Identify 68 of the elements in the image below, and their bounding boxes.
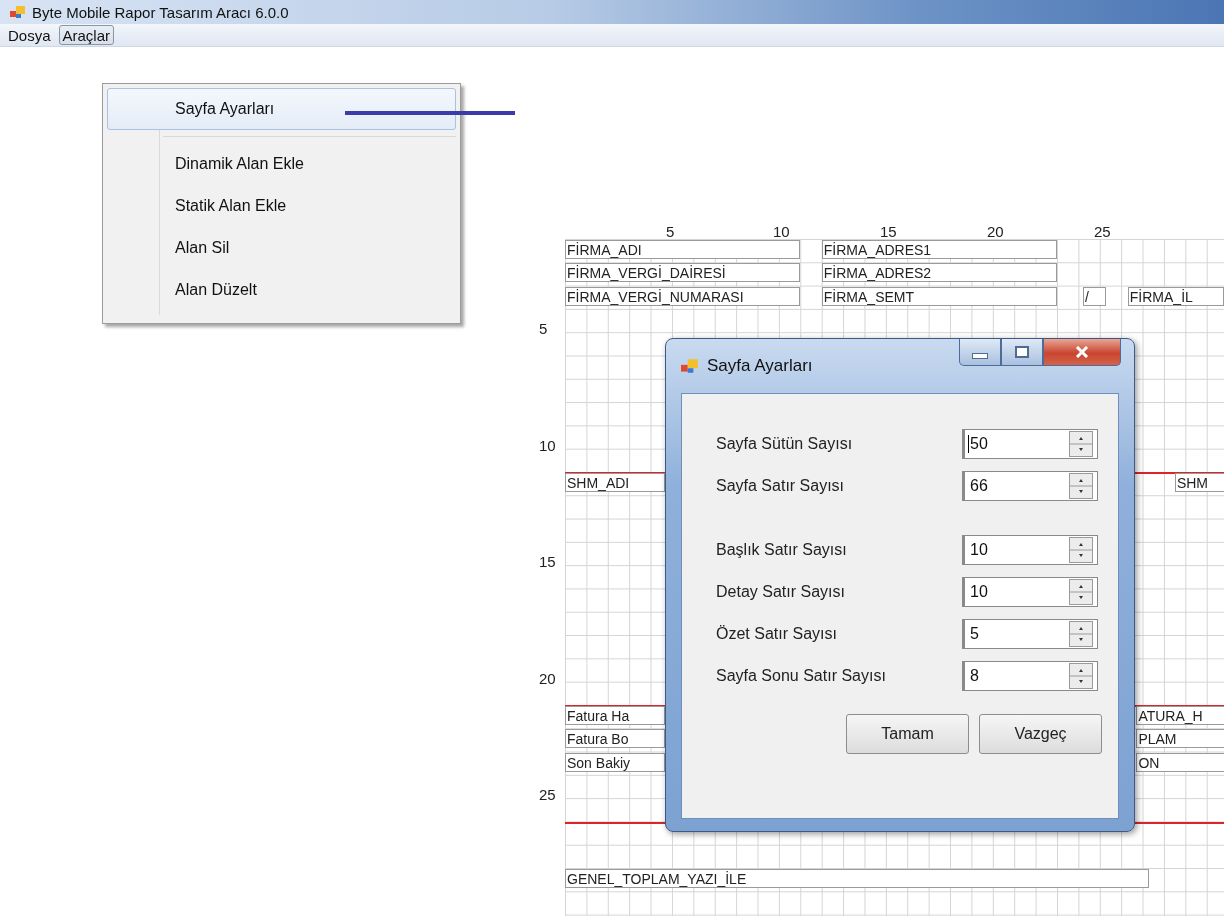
report-field[interactable]: GENEL_TOPLAM_YAZI_İLE [565,869,1150,889]
report-field[interactable]: FİRMA_SEMT [821,286,1058,306]
report-field[interactable]: FİRMA_VERGİ_NUMARASI [565,286,801,306]
spin-arrows-icon[interactable] [1069,663,1093,689]
app-icon [681,358,699,374]
row-number: 5 [539,320,548,338]
setting-label: Özet Satır Sayısı [716,625,838,643]
setting-label: Sayfa Sonu Satır Sayısı [716,667,887,685]
column-number: 10 [773,223,790,240]
report-field[interactable]: Fatura Bo [565,729,665,749]
report-field[interactable]: / [1082,286,1107,306]
column-number: 25 [1094,223,1111,240]
report-field[interactable]: PLAM [1136,729,1224,749]
report-field[interactable]: SHM_ADI [565,473,665,492]
column-number: 15 [880,223,897,240]
field-value: 10 [969,541,988,559]
row-number: 10 [539,436,556,454]
number-field[interactable]: 8 [962,661,1098,691]
report-field[interactable]: ATURA_H [1136,706,1224,725]
number-field[interactable]: 10 [962,577,1098,607]
field-value: 50 [968,435,988,453]
report-field[interactable]: Son Bakiy [565,752,665,772]
report-field[interactable]: FİRMA_ADRES1 [821,240,1058,259]
menu-option[interactable]: Statik Alan Ekle [107,185,456,227]
report-field[interactable]: FİRMA_ADI [565,240,801,259]
number-field[interactable]: 66 [962,471,1098,501]
setting-label: Sayfa Satır Sayısı [716,477,846,495]
setting-label: Sayfa Sütün Sayısı [716,435,854,453]
spin-arrows-icon[interactable] [1069,621,1093,647]
field-value: 5 [969,625,979,643]
report-field[interactable]: FİRMA_İL [1127,286,1224,306]
row-number: 25 [539,786,556,804]
menu-option[interactable]: Dinamik Alan Ekle [107,143,456,185]
spin-arrows-icon[interactable] [1069,537,1093,563]
menu-option[interactable]: Sayfa Ayarları [107,88,456,130]
close-icon [1075,346,1089,358]
row-number: 20 [539,669,556,687]
menu-option[interactable]: Alan Sil [107,227,456,269]
minimize-button[interactable] [959,339,1001,366]
menu-item[interactable]: Dosya [4,25,55,45]
report-field[interactable]: FİRMA_ADRES2 [821,263,1058,283]
spin-arrows-icon[interactable] [1069,579,1093,605]
close-button[interactable] [1043,339,1121,366]
dialog-button[interactable]: Tamam [846,714,969,754]
window-title: Byte Mobile Rapor Tasarım Aracı 6.0.0 [32,3,289,21]
number-field[interactable]: 5 [962,619,1098,649]
spin-arrows-icon[interactable] [1069,431,1093,457]
dialog-title: Sayfa Ayarları [707,356,813,376]
row-number: 15 [539,553,556,571]
report-field[interactable]: Fatura Ha [565,706,665,725]
setting-label: Detay Satır Sayısı [716,583,846,601]
number-field[interactable]: 50 [962,429,1098,459]
number-field[interactable]: 10 [962,535,1098,565]
report-field[interactable]: SHM [1174,473,1224,492]
spin-arrows-icon[interactable] [1069,473,1093,499]
app-icon [10,5,26,19]
field-value: 10 [969,583,988,601]
dialog-button[interactable]: Vazgeç [979,714,1102,754]
field-value: 66 [969,477,988,495]
column-number: 5 [666,223,675,240]
menu-item[interactable]: Araçlar [58,25,115,45]
menu-option[interactable]: Alan Düzelt [107,269,456,311]
report-field[interactable]: FİRMA_VERGİ_DAİRESİ [565,263,801,283]
column-number: 20 [987,223,1004,240]
field-value: 8 [969,667,979,685]
setting-label: Başlık Satır Sayısı [716,541,848,559]
report-field[interactable]: ON [1136,752,1224,772]
maximize-button[interactable] [1001,339,1043,366]
